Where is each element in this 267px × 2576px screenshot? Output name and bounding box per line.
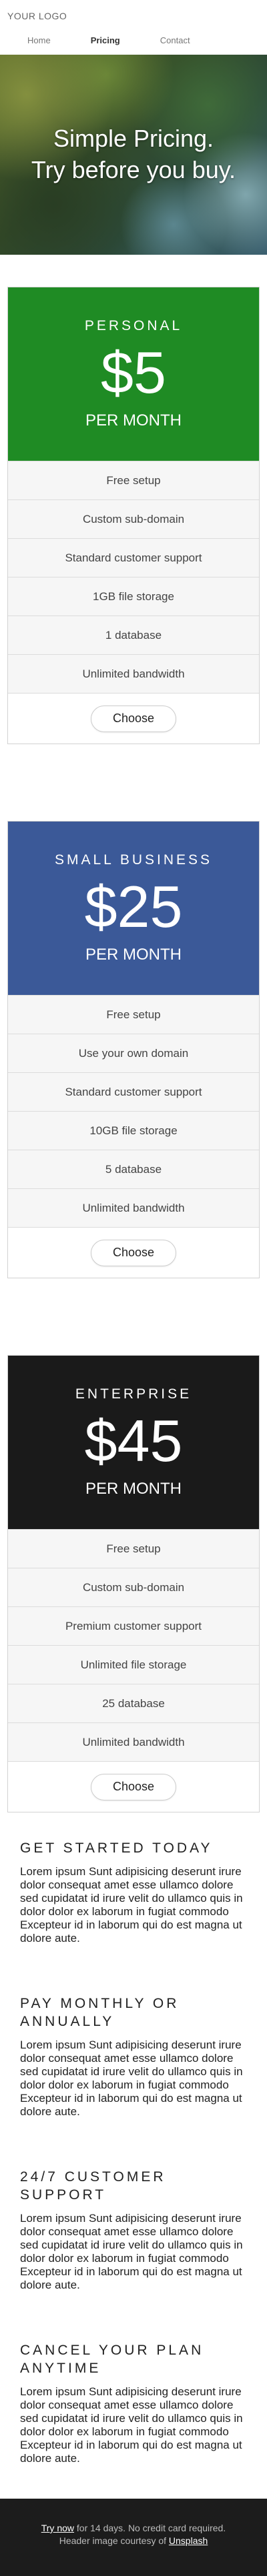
info-title: CANCEL YOUR PLAN ANYTIME xyxy=(20,2343,204,2376)
plan-name: SMALL BUSINESS xyxy=(54,852,213,868)
plan-feature: 25 database xyxy=(8,1684,259,1722)
plan-features: Free setup Custom sub-domain Premium cus… xyxy=(8,1529,259,1761)
plan-name: PERSONAL xyxy=(84,318,183,333)
plan-feature: 1GB file storage xyxy=(8,577,259,615)
hero-heading: Simple Pricing. Try before you buy. xyxy=(0,123,267,185)
plan-footer: Choose xyxy=(8,693,259,744)
plan-header: SMALL BUSINESS $25 PER MONTH xyxy=(8,822,259,995)
plan-feature: Unlimited file storage xyxy=(8,1645,259,1684)
info-block: PAY MONTHLY OR ANNUALLY Lorem ipsum Sunt… xyxy=(20,1995,247,2119)
plan-header: ENTERPRISE $45 PER MONTH xyxy=(8,1356,259,1529)
nav-pricing[interactable]: Pricing xyxy=(91,35,120,45)
plan-price: $25 xyxy=(84,874,183,940)
plan-footer: Choose xyxy=(8,1227,259,1278)
plan-feature: Unlimited bandwidth xyxy=(8,1722,259,1761)
site-footer: Try now for 14 days. No credit card requ… xyxy=(0,2499,267,2576)
plan-feature: Standard customer support xyxy=(8,538,259,577)
choose-personal-button[interactable]: Choose xyxy=(91,705,176,732)
unsplash-link[interactable]: Unsplash xyxy=(169,2535,208,2546)
plan-period: PER MONTH xyxy=(85,411,182,429)
info-block: 24/7 CUSTOMER SUPPORT Lorem ipsum Sunt a… xyxy=(20,2168,247,2292)
info-block: GET STARTED TODAY Lorem ipsum Sunt adipi… xyxy=(20,1839,247,1945)
plan-period: PER MONTH xyxy=(85,946,182,964)
plan-feature: Premium customer support xyxy=(8,1606,259,1645)
plan-name: ENTERPRISE xyxy=(75,1386,192,1402)
info-body: Lorem ipsum Sunt adipisicing deserunt ir… xyxy=(20,1865,243,1945)
site-header: YOUR LOGO Home Pricing Contact xyxy=(0,0,267,55)
plan-feature: Free setup xyxy=(8,1529,259,1568)
plan-feature: Unlimited bandwidth xyxy=(8,1188,259,1227)
plan-features: Free setup Use your own domain Standard … xyxy=(8,995,259,1227)
plan-feature: Standard customer support xyxy=(8,1072,259,1111)
plan-feature: Free setup xyxy=(8,995,259,1034)
plan-feature: 1 database xyxy=(8,615,259,654)
credit-text: Header image courtesy of xyxy=(59,2535,169,2546)
nav-contact[interactable]: Contact xyxy=(160,35,190,45)
plan-feature: Use your own domain xyxy=(8,1034,259,1072)
info-title: GET STARTED TODAY xyxy=(20,1840,213,1856)
plan-feature: Free setup xyxy=(8,461,259,499)
plan-period: PER MONTH xyxy=(85,1480,182,1498)
info-body: Lorem ipsum Sunt adipisicing deserunt ir… xyxy=(20,2212,243,2291)
site-logo[interactable]: YOUR LOGO xyxy=(7,0,260,27)
info-body: Lorem ipsum Sunt adipisicing deserunt ir… xyxy=(20,2039,243,2118)
info-body: Lorem ipsum Sunt adipisicing deserunt ir… xyxy=(20,2385,243,2465)
plan-feature: Custom sub-domain xyxy=(8,1568,259,1606)
choose-small-business-button[interactable]: Choose xyxy=(91,1239,176,1266)
info-title: PAY MONTHLY OR ANNUALLY xyxy=(20,1996,180,2029)
plan-feature: 5 database xyxy=(8,1150,259,1188)
hero-banner: Simple Pricing. Try before you buy. xyxy=(0,55,267,255)
main-nav: Home Pricing Contact xyxy=(7,35,260,45)
info-title: 24/7 CUSTOMER SUPPORT xyxy=(20,2169,166,2203)
plan-feature: Custom sub-domain xyxy=(8,499,259,538)
plan-feature: Unlimited bandwidth xyxy=(8,654,259,693)
plan-footer: Choose xyxy=(8,1761,259,1812)
plan-features: Free setup Custom sub-domain Standard cu… xyxy=(8,461,259,693)
choose-enterprise-button[interactable]: Choose xyxy=(91,1773,176,1800)
info-block: CANCEL YOUR PLAN ANYTIME Lorem ipsum Sun… xyxy=(20,2341,247,2465)
trial-line: Try now for 14 days. No credit card requ… xyxy=(7,2522,260,2535)
info-section: GET STARTED TODAY Lorem ipsum Sunt adipi… xyxy=(0,1812,267,2465)
plan-feature: 10GB file storage xyxy=(8,1111,259,1150)
try-now-link[interactable]: Try now xyxy=(41,2523,74,2533)
plan-card-enterprise: ENTERPRISE $45 PER MONTH Free setup Cust… xyxy=(7,1355,260,1812)
plan-card-personal: PERSONAL $5 PER MONTH Free setup Custom … xyxy=(7,287,260,744)
hero-line-2: Try before you buy. xyxy=(31,156,236,183)
plan-price: $45 xyxy=(84,1408,183,1474)
hero-line-1: Simple Pricing. xyxy=(53,125,214,152)
plan-header: PERSONAL $5 PER MONTH xyxy=(8,287,259,461)
trial-text: for 14 days. No credit card required. xyxy=(74,2523,226,2533)
credit-line: Header image courtesy of Unsplash xyxy=(7,2535,260,2547)
plan-card-small-business: SMALL BUSINESS $25 PER MONTH Free setup … xyxy=(7,821,260,1278)
nav-home[interactable]: Home xyxy=(27,35,51,45)
plan-price: $5 xyxy=(101,339,166,405)
